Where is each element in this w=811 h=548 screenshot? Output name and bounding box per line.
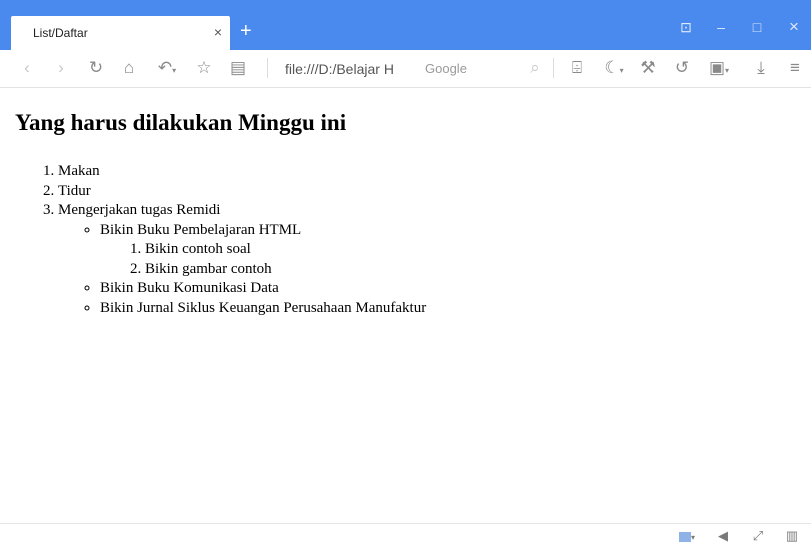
address-bar[interactable]: file:///D:/Belajar H (285, 59, 415, 79)
performance-icon[interactable]: ▾ (672, 527, 702, 545)
browser-toolbar: ‹ › ↻ ⌂ ↶▾ ☆ ▤ file:///D:/Belajar H Goog… (0, 50, 811, 88)
task-list: Makan Tidur Mengerjakan tugas Remidi Bik… (18, 162, 426, 318)
title-bar: List/Daftar × + ⊡ – □ × (0, 0, 811, 50)
maximize-button[interactable]: □ (743, 17, 771, 37)
back-icon[interactable]: ‹ (16, 57, 38, 79)
menu-icon[interactable]: ≡ (784, 57, 806, 79)
list-item-label: Makan (58, 163, 100, 179)
nested-list-item-label: Bikin contoh soal (145, 241, 251, 257)
tab-active[interactable]: List/Daftar × (11, 16, 230, 50)
toolbar-divider (553, 58, 554, 78)
toolbar-divider (267, 58, 268, 78)
expand-icon[interactable]: ⤢ (748, 527, 768, 545)
nested-list: Bikin contoh soal Bikin gambar contoh (100, 240, 426, 279)
sub-list-item: Bikin Buku Komunikasi Data (100, 279, 426, 299)
list-item: Tidur (58, 182, 426, 202)
download-icon[interactable]: ⤓ (750, 57, 772, 79)
list-item-label: Mengerjakan tugas Remidi (58, 202, 221, 218)
page-heading: Yang harus dilakukan Minggu ini (15, 110, 347, 135)
list-item-label: Tidur (58, 182, 91, 199)
sub-list-item: Bikin Jurnal Siklus Keuangan Perusahaan … (100, 299, 426, 319)
reload-icon[interactable]: ↻ (85, 57, 107, 79)
sub-list-item-label: Bikin Buku Komunikasi Data (100, 280, 279, 296)
search-icon[interactable]: ⌕ (524, 57, 546, 79)
status-bar: ▾ ◀ ⤢ ▥ (0, 523, 811, 548)
sub-list-item-label: Bikin Buku Pembelajaran HTML (100, 221, 302, 238)
sub-list: Bikin Buku Pembelajaran HTML Bikin conto… (58, 221, 426, 319)
undo-icon[interactable]: ↶▾ (152, 57, 182, 79)
nested-list-item: Bikin contoh soal (145, 240, 426, 260)
volume-icon[interactable]: ◀ (713, 527, 733, 545)
list-item: Mengerjakan tugas Remidi Bikin Buku Pemb… (58, 201, 426, 318)
capture-icon[interactable]: ▣▾ (704, 57, 734, 79)
favorite-star-icon[interactable]: ☆ (193, 57, 215, 79)
layout-icon[interactable]: ▥ (782, 527, 802, 545)
sub-list-item-label: Bikin Jurnal Siklus Keuangan Perusahaan … (100, 299, 427, 316)
home-icon[interactable]: ⌂ (118, 57, 140, 79)
nested-list-item-label: Bikin gambar contoh (145, 260, 272, 277)
restore-icon[interactable]: ⊡ (672, 17, 700, 37)
tools-icon[interactable]: ⚒ (637, 57, 659, 79)
history-icon[interactable]: ↺ (671, 57, 693, 79)
reader-icon[interactable]: ▤ (227, 57, 249, 79)
new-tab-button[interactable]: + (240, 21, 252, 41)
list-item: Makan (58, 162, 426, 182)
nested-list-item: Bikin gambar contoh (145, 260, 426, 280)
screenshot-icon[interactable]: ⌹ (566, 57, 588, 79)
forward-icon[interactable]: › (50, 57, 72, 79)
search-input[interactable]: Google (425, 59, 510, 79)
minimize-button[interactable]: – (707, 17, 735, 37)
sub-list-item: Bikin Buku Pembelajaran HTML Bikin conto… (100, 221, 426, 280)
night-mode-icon[interactable]: ☾▾ (599, 57, 629, 79)
close-window-button[interactable]: × (780, 17, 808, 37)
page-content: Yang harus dilakukan Minggu ini Makan Ti… (0, 88, 811, 523)
tab-title: List/Daftar (33, 26, 88, 40)
tab-close-icon[interactable]: × (214, 24, 222, 40)
